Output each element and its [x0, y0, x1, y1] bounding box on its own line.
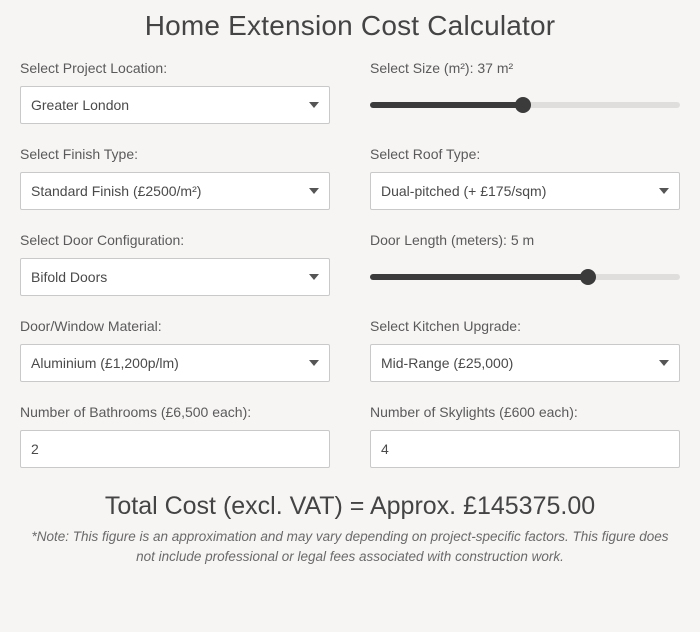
label-finish: Select Finish Type:: [20, 146, 330, 162]
input-bathrooms[interactable]: [20, 430, 330, 468]
field-skylights: Number of Skylights (£600 each):: [370, 404, 680, 468]
label-size: Select Size (m²): 37 m²: [370, 60, 680, 76]
select-location[interactable]: Greater London: [20, 86, 330, 124]
field-size: Select Size (m²): 37 m²: [370, 60, 680, 124]
total-section: Total Cost (excl. VAT) = Approx. £145375…: [20, 492, 680, 568]
field-kitchen: Select Kitchen Upgrade: Mid-Range (£25,0…: [370, 318, 680, 382]
disclaimer-note: *Note: This figure is an approximation a…: [20, 527, 680, 568]
label-location: Select Project Location:: [20, 60, 330, 76]
field-material: Door/Window Material: Aluminium (£1,200p…: [20, 318, 330, 382]
label-door-length: Door Length (meters): 5 m: [370, 232, 680, 248]
select-door-config[interactable]: Bifold Doors: [20, 258, 330, 296]
field-roof: Select Roof Type: Dual-pitched (+ £175/s…: [370, 146, 680, 210]
input-skylights[interactable]: [370, 430, 680, 468]
calculator-form: Select Project Location: Greater London …: [20, 60, 680, 468]
slider-door-length[interactable]: [370, 274, 680, 280]
field-door-length: Door Length (meters): 5 m: [370, 232, 680, 296]
field-location: Select Project Location: Greater London: [20, 60, 330, 124]
label-bathrooms: Number of Bathrooms (£6,500 each):: [20, 404, 330, 420]
total-cost-text: Total Cost (excl. VAT) = Approx. £145375…: [20, 492, 680, 521]
field-door-config: Select Door Configuration: Bifold Doors: [20, 232, 330, 296]
label-kitchen: Select Kitchen Upgrade:: [370, 318, 680, 334]
field-finish: Select Finish Type: Standard Finish (£25…: [20, 146, 330, 210]
select-kitchen[interactable]: Mid-Range (£25,000): [370, 344, 680, 382]
label-roof: Select Roof Type:: [370, 146, 680, 162]
select-material[interactable]: Aluminium (£1,200p/lm): [20, 344, 330, 382]
label-door-config: Select Door Configuration:: [20, 232, 330, 248]
page-title: Home Extension Cost Calculator: [20, 10, 680, 42]
label-skylights: Number of Skylights (£600 each):: [370, 404, 680, 420]
label-material: Door/Window Material:: [20, 318, 330, 334]
field-bathrooms: Number of Bathrooms (£6,500 each):: [20, 404, 330, 468]
slider-size[interactable]: [370, 102, 680, 108]
select-finish[interactable]: Standard Finish (£2500/m²): [20, 172, 330, 210]
select-roof[interactable]: Dual-pitched (+ £175/sqm): [370, 172, 680, 210]
